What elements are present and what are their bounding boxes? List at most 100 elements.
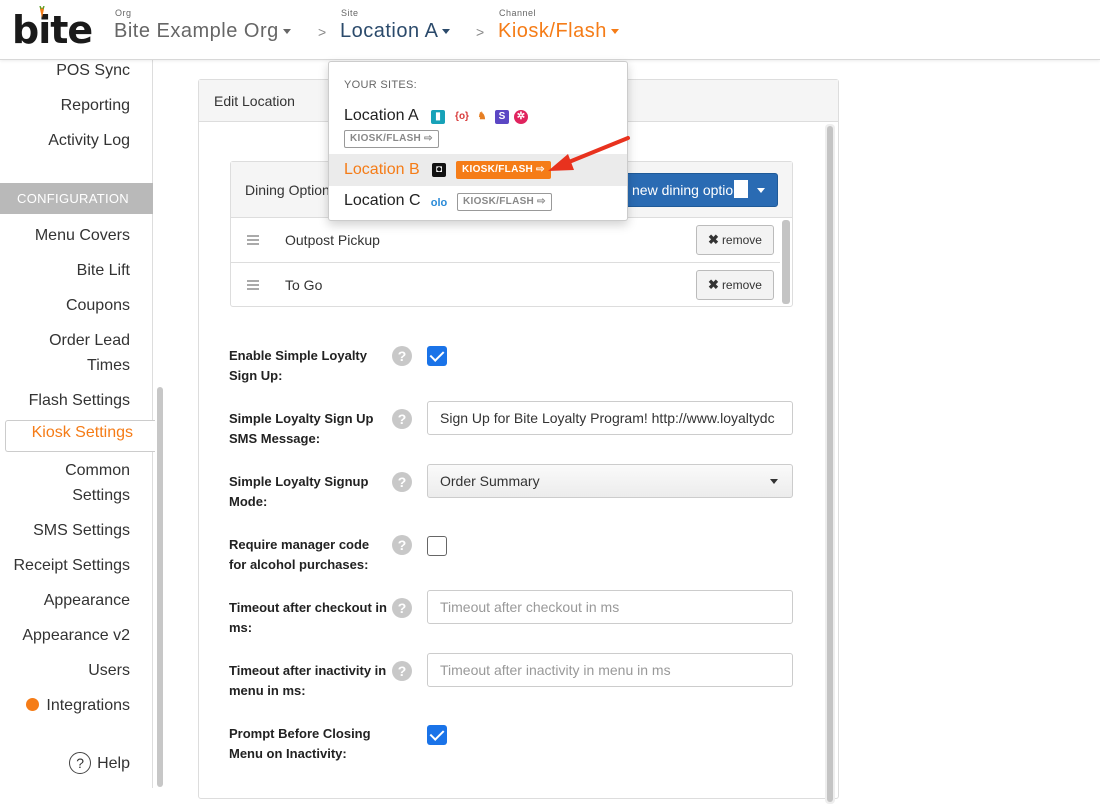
help-question-icon[interactable]: ? <box>392 472 412 492</box>
loyalty-enable-label: Enable Simple Loyalty Sign Up: <box>229 348 367 383</box>
carrot-leaf-icon <box>39 6 45 18</box>
top-header: bite Org Bite Example Org > Site Locatio… <box>0 0 1100 60</box>
timeout-checkout-label: Timeout after checkout in ms: <box>229 600 387 635</box>
chevron-down-icon <box>442 29 451 35</box>
sidebar-item-common-settings[interactable]: Common <box>65 458 130 483</box>
sidebar-item-receipt-settings[interactable]: Receipt Settings <box>13 553 130 578</box>
sidebar-item-common-settings-line2[interactable]: Settings <box>72 483 130 508</box>
pos-integration-icon: ◘ <box>432 163 446 177</box>
org-name: Bite Example Org <box>114 20 279 42</box>
pos-integration-icon: ✲ <box>514 110 528 124</box>
help-question-icon[interactable]: ? <box>392 598 412 618</box>
breadcrumb-separator: > <box>318 24 327 40</box>
sidebar-item-reporting[interactable]: Reporting <box>61 93 130 118</box>
sidebar-item-label: Integrations <box>46 697 130 714</box>
text-cursor-icon <box>734 180 749 198</box>
loyalty-mode-select[interactable]: Order Summary <box>427 464 793 498</box>
sidebar-item-appearance-v2[interactable]: Appearance v2 <box>22 623 130 648</box>
sidebar-item-kiosk-settings[interactable]: Kiosk Settings <box>5 420 155 452</box>
dining-option-name: To Go <box>285 277 323 293</box>
help-circle-icon: ? <box>69 752 92 774</box>
sidebar-item-appearance[interactable]: Appearance <box>44 588 130 613</box>
status-dot-icon <box>26 698 40 711</box>
pos-integration-icon: S <box>495 110 509 124</box>
site-option-name: Location B <box>344 161 420 178</box>
drag-handle-icon[interactable] <box>247 280 259 292</box>
loyalty-sms-label: Simple Loyalty Sign Up SMS Message: <box>229 411 374 446</box>
manager-code-label: Require manager code for alcohol purchas… <box>229 537 370 572</box>
loyalty-mode-label: Simple Loyalty Signup Mode: <box>229 474 369 509</box>
remove-label: remove <box>721 278 762 292</box>
help-question-icon[interactable]: ? <box>392 535 412 555</box>
loyalty-mode-value: Order Summary <box>440 473 540 489</box>
sidebar-item-order-lead-times[interactable]: Order Lead <box>49 328 130 353</box>
close-icon: ✖ <box>708 277 719 292</box>
help-question-icon[interactable]: ? <box>392 661 412 681</box>
prompt-closing-checkbox[interactable] <box>427 725 447 745</box>
help-question-icon[interactable]: ? <box>392 409 412 429</box>
pos-integration-icon: ▮ <box>431 110 445 124</box>
logo-wordmark: bite <box>12 8 93 52</box>
timeout-checkout-input[interactable] <box>427 590 793 624</box>
sidebar-item-users[interactable]: Users <box>88 658 130 683</box>
site-caption: Site <box>341 8 359 18</box>
dining-option-name: Outpost Pickup <box>285 232 380 248</box>
chevron-down-icon <box>610 29 619 35</box>
remove-button[interactable]: ✖ remove <box>696 270 774 300</box>
olo-logo-icon: olo <box>430 197 448 209</box>
sidebar-item-sms-settings[interactable]: SMS Settings <box>33 518 130 543</box>
sidebar-section-configuration: CONFIGURATION <box>0 183 153 214</box>
sidebar-item-pos-sync[interactable]: POS Sync <box>56 58 130 83</box>
manager-code-checkbox[interactable] <box>427 536 447 556</box>
sidebar-item-order-lead-times-line2[interactable]: Times <box>87 353 130 378</box>
sidebar-item-activity-log[interactable]: Activity Log <box>48 128 130 153</box>
channel-caption: Channel <box>499 8 537 18</box>
sidebar-scrollbar[interactable] <box>157 387 163 787</box>
chevron-down-icon <box>282 29 291 35</box>
dining-options-scrollbar[interactable] <box>782 220 790 304</box>
channel-badge[interactable]: KIOSK/FLASH ⇨ <box>456 161 551 179</box>
channel-badge[interactable]: KIOSK/FLASH ⇨ <box>457 193 552 211</box>
remove-button[interactable]: ✖ remove <box>696 225 774 255</box>
remove-label: remove <box>721 233 762 247</box>
site-option-name: Location C <box>344 192 421 209</box>
help-question-icon[interactable]: ? <box>392 346 412 366</box>
sidebar-item-integrations[interactable]: Integrations <box>26 693 130 718</box>
chevron-down-icon <box>757 188 765 193</box>
prompt-closing-label: Prompt Before Closing Menu on Inactivity… <box>229 726 371 761</box>
channel-name: Kiosk/Flash <box>498 20 607 42</box>
chevron-down-icon <box>770 479 778 484</box>
pos-integration-icon: {o} <box>455 111 469 122</box>
site-option-location-c[interactable]: Location C olo KIOSK/FLASH ⇨ <box>329 186 627 218</box>
timeout-inactivity-label: Timeout after inactivity in menu in ms: <box>229 663 387 698</box>
sidebar-item-menu-covers[interactable]: Menu Covers <box>35 223 130 248</box>
site-option-name: Location A <box>344 107 419 124</box>
org-selector[interactable]: Org Bite Example Org <box>114 8 291 43</box>
breadcrumb-separator: > <box>476 24 485 40</box>
dropdown-caption: YOUR SITES: <box>344 79 417 91</box>
timeout-inactivity-input[interactable] <box>427 653 793 687</box>
help-link[interactable]: ? Help <box>69 752 130 774</box>
site-selector[interactable]: Site Location A <box>340 8 451 43</box>
loyalty-enable-checkbox[interactable] <box>427 346 447 366</box>
loyalty-sms-input[interactable]: Sign Up for Bite Loyalty Program! http:/… <box>427 401 793 435</box>
annotation-arrow-icon <box>548 136 630 171</box>
sidebar-item-flash-settings[interactable]: Flash Settings <box>29 388 130 413</box>
pos-integration-icon: ♞ <box>477 111 487 122</box>
sidebar: POS Sync Reporting Activity Log CONFIGUR… <box>0 58 155 788</box>
bite-logo[interactable]: bite <box>12 6 93 52</box>
drag-handle-icon[interactable] <box>247 235 259 247</box>
channel-badge[interactable]: KIOSK/FLASH ⇨ <box>344 130 439 148</box>
sidebar-item-coupons[interactable]: Coupons <box>66 293 130 318</box>
dining-option-row[interactable]: To Go ✖ remove <box>231 263 780 308</box>
add-dining-option-button[interactable]: new dining optio <box>621 173 778 207</box>
panel-scrollbar[interactable] <box>825 124 835 804</box>
org-caption: Org <box>115 8 132 18</box>
site-name: Location A <box>340 20 439 42</box>
channel-selector[interactable]: Channel Kiosk/Flash <box>498 8 619 43</box>
add-dining-option-label: new dining optio <box>632 182 734 198</box>
sidebar-item-label: Kiosk Settings <box>31 424 133 441</box>
dining-options-title: Dining Options <box>245 182 337 198</box>
dining-option-row[interactable]: Outpost Pickup ✖ remove <box>231 218 780 263</box>
sidebar-item-bite-lift[interactable]: Bite Lift <box>77 258 130 283</box>
